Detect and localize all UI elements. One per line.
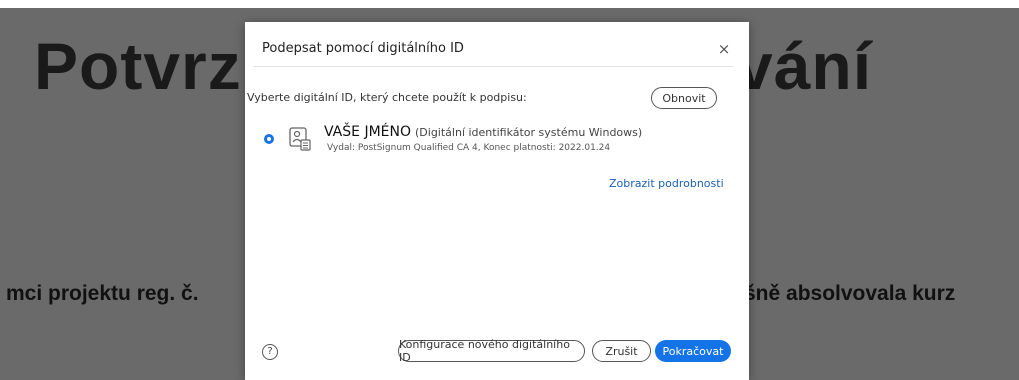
document-text-left: mci projektu reg. č.	[6, 282, 199, 305]
document-title-left: Potvrz	[34, 29, 242, 103]
title-divider	[253, 66, 733, 67]
show-details-link[interactable]: Zobrazit podrobnosti	[609, 177, 724, 190]
configure-new-id-button[interactable]: Konfigurace nového digitálního ID	[398, 338, 585, 364]
dialog-title: Podepsat pomocí digitálního ID	[262, 41, 464, 56]
id-issuer: Vydal: PostSignum Qualified CA 4, Konec …	[327, 143, 611, 153]
document-title-right: vání	[736, 29, 873, 103]
close-icon[interactable]: ×	[715, 40, 733, 58]
refresh-button[interactable]: Obnovit	[651, 87, 717, 109]
id-name: VAŠE JMÉNO	[324, 124, 411, 140]
id-entry[interactable]: VAŠE JMÉNO (Digitální identifikátor systé…	[324, 123, 642, 141]
document-text-right: šně absolvovala kurz	[744, 282, 956, 305]
id-radio-selected[interactable]	[264, 134, 274, 144]
select-id-prompt: Vyberte digitální ID, který chcete použí…	[247, 91, 527, 104]
sign-dialog: Podepsat pomocí digitálního ID × Vyberte…	[245, 22, 749, 380]
cancel-button[interactable]: Zrušit	[592, 340, 651, 362]
id-description: (Digitální identifikátor systému Windows…	[415, 126, 643, 139]
certificate-icon	[289, 127, 311, 151]
help-icon[interactable]: ?	[262, 344, 278, 360]
continue-button[interactable]: Pokračovat	[655, 340, 731, 362]
